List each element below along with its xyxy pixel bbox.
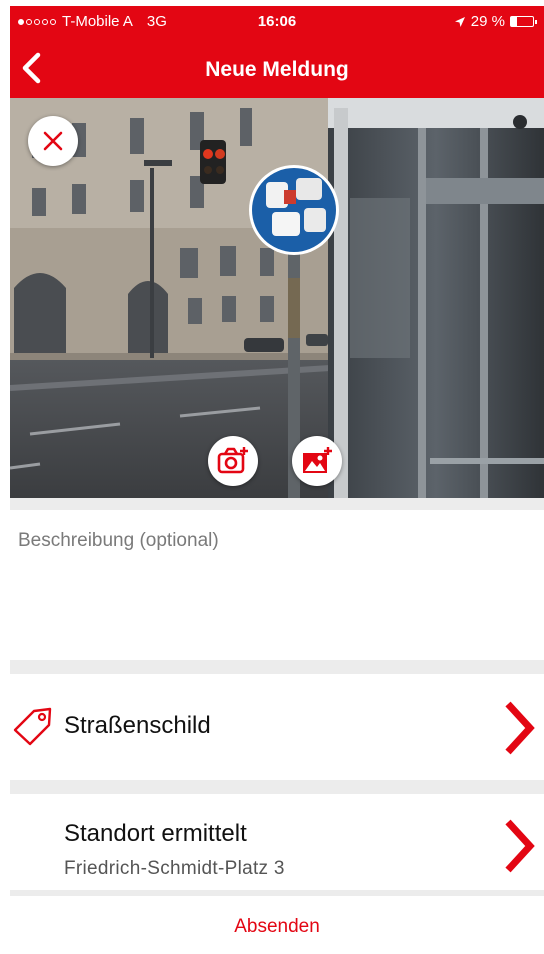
location-status-label: Standort ermittelt — [64, 820, 247, 847]
category-row[interactable]: Straßenschild — [10, 674, 544, 780]
battery-icon — [510, 16, 537, 27]
separator — [10, 780, 544, 794]
separator — [10, 660, 544, 674]
gallery-add-icon — [303, 447, 332, 473]
close-icon — [43, 131, 63, 151]
battery-level — [511, 17, 518, 26]
chevron-right-icon — [505, 819, 535, 873]
description-section — [10, 510, 544, 660]
page-title: Neue Meldung — [205, 58, 349, 81]
chevron-right-icon — [505, 701, 535, 755]
status-bar: T-Mobile A 3G 16:06 29 % — [10, 6, 544, 36]
separator — [10, 498, 544, 510]
category-label: Straßenschild — [64, 712, 211, 739]
street-photo — [10, 98, 544, 498]
status-right: 29 % — [454, 13, 537, 30]
submit-area: Absenden — [10, 896, 544, 954]
location-address: Friedrich-Schmidt-Platz 3 — [64, 858, 285, 879]
tag-icon — [13, 707, 52, 746]
camera-add-icon — [217, 447, 248, 474]
battery-percent: 29 % — [470, 13, 505, 30]
submit-button[interactable]: Absenden — [10, 916, 544, 938]
location-arrow-icon — [454, 16, 465, 27]
take-photo-button[interactable] — [208, 436, 258, 486]
choose-from-gallery-button[interactable] — [292, 436, 342, 486]
description-input[interactable] — [18, 530, 536, 640]
app-screen: T-Mobile A 3G 16:06 29 % Neue Meldung Be… — [10, 6, 544, 954]
navigation-bar: Neue Meldung — [10, 40, 544, 98]
location-row[interactable]: Standort ermittelt Friedrich-Schmidt-Pla… — [10, 794, 544, 890]
remove-photo-button[interactable] — [28, 116, 78, 166]
photo-preview — [10, 98, 544, 498]
header: T-Mobile A 3G 16:06 29 % Neue Meldung — [10, 6, 544, 98]
